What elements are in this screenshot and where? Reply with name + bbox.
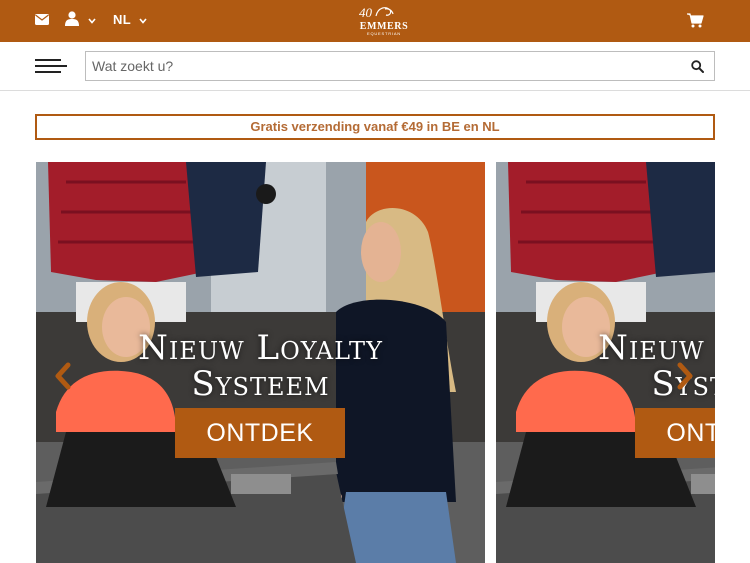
slide-headline-line1: Nieuw Loyalty: [598, 328, 715, 368]
chevron-down-icon[interactable]: [88, 18, 96, 24]
menu-icon[interactable]: [35, 57, 67, 75]
slide-headline-line1: Nieuw Loyalty: [138, 328, 383, 368]
search-box: [85, 51, 715, 81]
discover-button[interactable]: ONTDEK: [175, 408, 345, 458]
mail-icon[interactable]: [35, 14, 49, 25]
carousel-slide[interactable]: Nieuw Loyalty Systeem ONTDEK: [36, 162, 485, 563]
discover-button[interactable]: ONTDEK: [635, 408, 715, 458]
chevron-left-icon[interactable]: [53, 362, 73, 390]
hero-carousel: Nieuw Loyalty Systeem ONTDEK Nieuw Loyal…: [36, 162, 715, 563]
slide-headline: Nieuw Loyalty Systeem: [36, 330, 485, 402]
slide-headline-line2: Systeem: [191, 364, 330, 404]
logo-icon[interactable]: 40 EMMERS EQUESTRIAN: [355, 4, 413, 38]
search-row: [0, 42, 750, 91]
shipping-banner: Gratis verzending vanaf €49 in BE en NL: [35, 114, 715, 140]
logo-number: 40: [359, 5, 373, 20]
language-selector[interactable]: NL: [113, 12, 131, 27]
cart-icon[interactable]: [687, 13, 704, 28]
logo-tagline: EQUESTRIAN: [367, 31, 401, 36]
user-icon[interactable]: [65, 11, 79, 26]
chevron-right-icon[interactable]: [675, 362, 695, 390]
chevron-down-icon[interactable]: [139, 18, 147, 24]
search-icon[interactable]: [691, 60, 704, 73]
top-bar: NL 40 EMMERS EQUESTRIAN: [0, 0, 750, 42]
search-input[interactable]: [86, 52, 676, 80]
